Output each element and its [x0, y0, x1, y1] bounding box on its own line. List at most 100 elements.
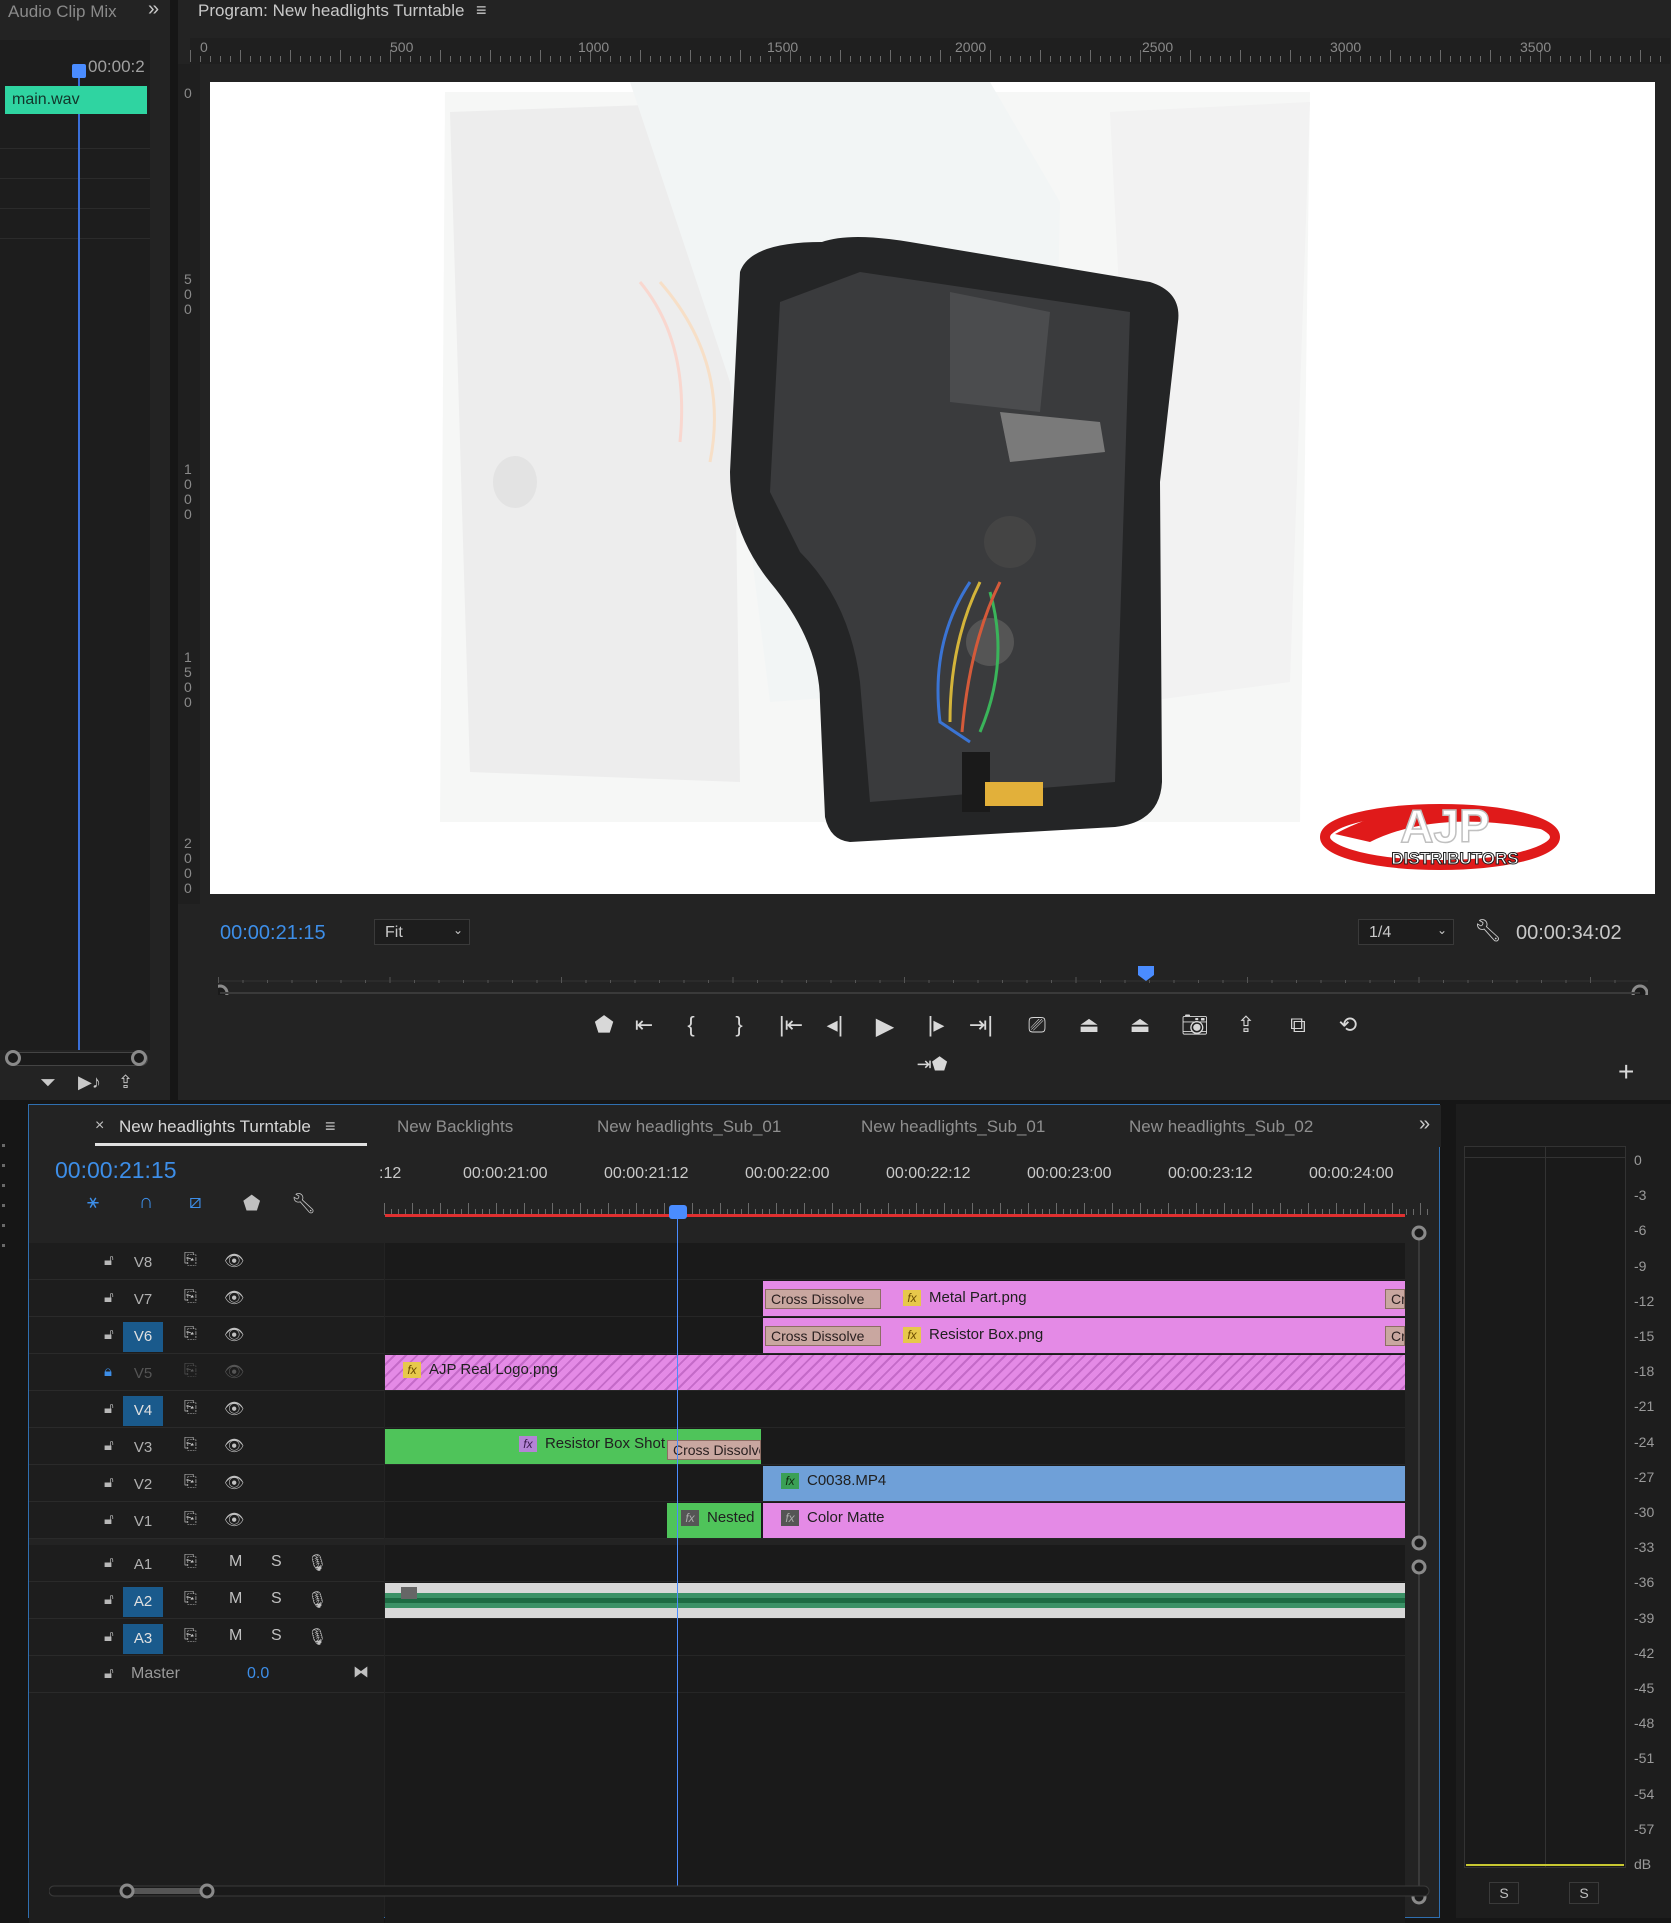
lock-icon[interactable]: 🔓︎ — [104, 1400, 114, 1417]
snap-magnet-icon[interactable]: ∩ — [139, 1191, 153, 1214]
linked-selection-icon[interactable]: ⧄ — [189, 1191, 202, 1214]
track-lane[interactable] — [385, 1656, 1405, 1693]
microphone-icon[interactable]: 🎙︎ — [307, 1553, 327, 1573]
panel-menu-icon[interactable]: ≡ — [476, 0, 487, 21]
resolution-select[interactable]: 1/4 ⌄ — [1358, 919, 1454, 945]
lock-icon[interactable]: 🔒︎ — [104, 1363, 112, 1380]
tab-new-headlights-turntable[interactable]: New headlights Turntable — [119, 1117, 311, 1137]
vertical-scrollbar[interactable] — [1409, 1225, 1429, 1905]
lock-icon[interactable]: 🔓︎ — [104, 1591, 114, 1608]
mark-in-icon[interactable]: { — [674, 1012, 708, 1038]
eye-icon[interactable]: 👁︎ — [224, 1325, 244, 1345]
clip-nested[interactable]: fx Nested — [667, 1503, 761, 1538]
sequence-timecode[interactable]: 00:00:21:15 — [55, 1157, 177, 1184]
step-back-icon[interactable]: ◂| — [818, 1012, 852, 1038]
clip[interactable]: fx C0038.MP4 — [763, 1466, 1405, 1501]
scroll-knob-left[interactable] — [5, 1050, 21, 1066]
transition[interactable]: Cross Dissolve — [667, 1440, 761, 1460]
export-icon[interactable]: ⇪ — [1229, 1012, 1263, 1038]
wrench-icon[interactable]: 🔧︎ — [291, 1191, 316, 1216]
tab-new-backlights[interactable]: New Backlights — [397, 1117, 513, 1137]
sync-lock-icon[interactable]: ⎘ — [184, 1436, 197, 1454]
track-lane[interactable] — [385, 1391, 1405, 1428]
solo-right-button[interactable]: S — [1569, 1882, 1599, 1904]
lock-icon[interactable]: 🔓︎ — [104, 1628, 114, 1645]
track-lane[interactable]: fx C0038.MP4 — [385, 1465, 1405, 1502]
comparison-view-icon[interactable]: ⧉ — [1281, 1012, 1315, 1038]
eye-icon[interactable]: 👁︎ — [224, 1288, 244, 1308]
lock-icon[interactable]: 🔓︎ — [104, 1665, 114, 1682]
mute-button[interactable]: M — [229, 1590, 242, 1608]
mark-out-icon[interactable]: } — [722, 1012, 756, 1038]
lock-icon[interactable]: 🔓︎ — [104, 1326, 114, 1343]
track-target[interactable]: V1 — [123, 1507, 163, 1537]
scroll-knob-right[interactable] — [131, 1050, 147, 1066]
sync-lock-icon[interactable]: ⎘ — [184, 1553, 197, 1571]
microphone-icon[interactable]: 🎙︎ — [307, 1627, 327, 1647]
track-target[interactable]: A1 — [123, 1550, 163, 1580]
wrench-icon[interactable]: 🔧︎ — [1474, 918, 1502, 944]
track-lane[interactable] — [385, 1582, 1405, 1619]
transition[interactable]: Cross Dissolve — [765, 1326, 881, 1346]
go-to-out-icon[interactable]: ⇥| — [964, 1012, 998, 1038]
track-target[interactable]: V8 — [123, 1248, 163, 1278]
lock-icon[interactable]: 🔓︎ — [104, 1437, 114, 1454]
solo-left-button[interactable]: S — [1489, 1882, 1519, 1904]
video-preview[interactable]: AJP DISTRIBUTORS — [210, 82, 1655, 894]
sync-lock-icon[interactable]: ⎘ — [184, 1510, 197, 1528]
track-target[interactable]: V4 — [123, 1396, 163, 1426]
sync-lock-icon[interactable]: ⎘ — [184, 1288, 197, 1306]
go-to-previous-marker-icon[interactable]: ⇤ — [627, 1012, 661, 1038]
horizontal-zoom-scrollbar[interactable] — [5, 1050, 148, 1066]
overwrite-icon[interactable]: ⏏ — [1123, 1012, 1157, 1038]
sync-lock-icon[interactable]: ⎘ — [184, 1325, 197, 1343]
sync-lock-icon[interactable]: ⎘ — [184, 1473, 197, 1491]
go-to-in-icon[interactable]: |⇤ — [774, 1012, 808, 1038]
eye-icon[interactable]: 👁︎ — [224, 1362, 244, 1382]
audio-clip-waveform[interactable] — [385, 1583, 1405, 1618]
add-marker-icon[interactable]: ⬟ — [243, 1191, 260, 1216]
panel-title[interactable]: Program: New headlights Turntable — [198, 1, 464, 21]
horizontal-scrollbar[interactable] — [49, 1880, 1439, 1906]
sync-lock-icon[interactable]: ⎘ — [184, 1362, 197, 1380]
track-lane[interactable] — [385, 1545, 1405, 1582]
solo-button[interactable]: S — [271, 1627, 282, 1645]
extract-icon[interactable]: ⇥⬟ — [915, 1054, 949, 1075]
track-lane[interactable]: fx Resistor Box Shot Cross Dissolve — [385, 1428, 1405, 1465]
track-target[interactable]: A3 — [123, 1624, 163, 1654]
sync-lock-icon[interactable]: ⎘ — [184, 1627, 197, 1645]
lock-icon[interactable]: 🔓︎ — [104, 1511, 114, 1528]
eye-icon[interactable]: 👁︎ — [224, 1399, 244, 1419]
track-target[interactable]: A2 — [123, 1587, 163, 1617]
sync-lock-icon[interactable]: ⎘ — [184, 1590, 197, 1608]
track-target[interactable]: V2 — [123, 1470, 163, 1500]
master-volume[interactable]: 0.0 — [247, 1665, 269, 1683]
track-lane[interactable]: Cross Dissolve fx Resistor Box.png Cr — [385, 1317, 1405, 1354]
track-lane[interactable]: Cross Dissolve fx Metal Part.png Cr — [385, 1280, 1405, 1317]
more-panels-icon[interactable]: » — [148, 0, 159, 21]
step-forward-icon[interactable]: |▸ — [919, 1012, 953, 1038]
audio-clip[interactable]: main.wav — [5, 86, 147, 114]
eye-icon[interactable]: 👁︎ — [224, 1436, 244, 1456]
transition[interactable]: Cr — [1385, 1289, 1405, 1309]
audio-settings-icon[interactable]: ▶♪ — [78, 1072, 101, 1093]
transition[interactable]: Cross Dissolve — [765, 1289, 881, 1309]
sync-lock-icon[interactable]: ⎘ — [184, 1251, 197, 1269]
time-ruler-scrubber[interactable] — [218, 965, 1648, 995]
export-frame-icon[interactable]: 📷︎ — [1178, 1012, 1212, 1038]
track-lane[interactable] — [385, 1243, 1405, 1280]
current-timecode[interactable]: 00:00:21:15 — [220, 922, 326, 945]
filter-icon[interactable]: ⏷ — [40, 1072, 56, 1095]
track-target[interactable]: V7 — [123, 1285, 163, 1315]
playhead-handle[interactable] — [72, 64, 86, 78]
lock-icon[interactable]: 🔓︎ — [104, 1289, 114, 1306]
track-lane[interactable]: fx AJP Real Logo.png — [385, 1354, 1405, 1391]
eye-icon[interactable]: 👁︎ — [224, 1251, 244, 1271]
lift-icon[interactable]: ⎚ — [1020, 1012, 1054, 1038]
tab-new-headlights-sub-01[interactable]: New headlights_Sub_01 — [597, 1117, 781, 1137]
clip-locked[interactable]: fx AJP Real Logo.png — [385, 1355, 1405, 1390]
tab-new-headlights-sub-02[interactable]: New headlights_Sub_02 — [1129, 1117, 1313, 1137]
track-target[interactable]: V3 — [123, 1433, 163, 1463]
playhead-handle[interactable] — [669, 1205, 687, 1219]
tab-menu-icon[interactable]: ≡ — [325, 1116, 336, 1137]
